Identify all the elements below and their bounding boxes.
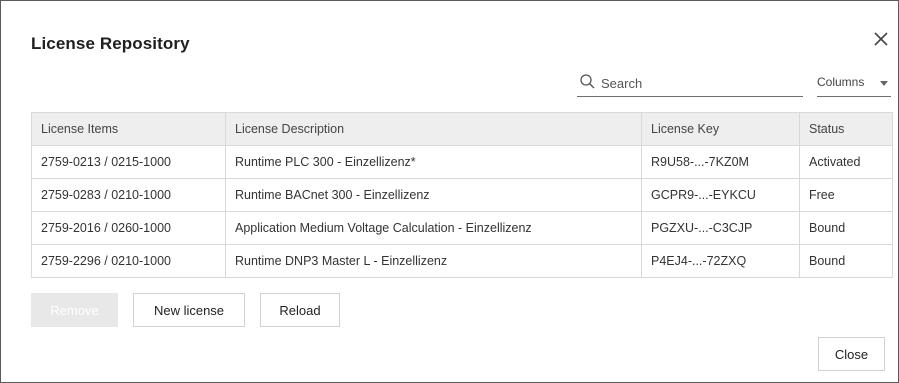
- cell-license-key: GCPR9-...-EYKCU: [641, 178, 800, 212]
- search-input[interactable]: [601, 71, 801, 95]
- cell-license-key: R9U58-...-7KZ0M: [641, 145, 800, 179]
- cell-license-item: 2759-2016 / 0260-1000: [31, 211, 226, 245]
- cell-status: Bound: [799, 211, 893, 245]
- search-box: [577, 71, 803, 97]
- column-header-status[interactable]: Status: [799, 112, 893, 146]
- remove-button[interactable]: Remove: [31, 293, 118, 327]
- columns-dropdown[interactable]: Columns: [817, 71, 891, 97]
- cell-license-item: 2759-0213 / 0215-1000: [31, 145, 226, 179]
- table-row[interactable]: 2759-2016 / 0260-1000 Application Medium…: [31, 211, 893, 245]
- cell-status: Activated: [799, 145, 893, 179]
- table-header-row: License Items License Description Licens…: [31, 112, 893, 146]
- dialog-title: License Repository: [31, 34, 190, 53]
- cell-license-item: 2759-0283 / 0210-1000: [31, 178, 226, 212]
- table-row[interactable]: 2759-0283 / 0210-1000 Runtime BACnet 300…: [31, 178, 893, 212]
- new-license-button[interactable]: New license: [133, 293, 245, 327]
- cell-license-description: Runtime PLC 300 - Einzellizenz*: [225, 145, 642, 179]
- license-repository-dialog: License Repository Columns License Items…: [0, 0, 899, 383]
- license-table: License Items License Description Licens…: [31, 112, 893, 278]
- close-icon[interactable]: [870, 28, 892, 50]
- cell-license-key: P4EJ4-...-72ZXQ: [641, 244, 800, 278]
- cell-license-description: Application Medium Voltage Calculation -…: [225, 211, 642, 245]
- table-row[interactable]: 2759-2296 / 0210-1000 Runtime DNP3 Maste…: [31, 244, 893, 278]
- reload-button[interactable]: Reload: [260, 293, 340, 327]
- column-header-license-items[interactable]: License Items: [31, 112, 226, 146]
- search-icon: [580, 74, 595, 89]
- cell-status: Free: [799, 178, 893, 212]
- cell-license-description: Runtime DNP3 Master L - Einzellizenz: [225, 244, 642, 278]
- cell-license-item: 2759-2296 / 0210-1000: [31, 244, 226, 278]
- columns-label: Columns: [817, 75, 865, 89]
- column-header-license-key[interactable]: License Key: [641, 112, 800, 146]
- cell-license-description: Runtime BACnet 300 - Einzellizenz: [225, 178, 642, 212]
- cell-license-key: PGZXU-...-C3CJP: [641, 211, 800, 245]
- chevron-down-icon: [880, 81, 888, 86]
- cell-status: Bound: [799, 244, 893, 278]
- column-header-license-description[interactable]: License Description: [225, 112, 642, 146]
- table-row[interactable]: 2759-0213 / 0215-1000 Runtime PLC 300 - …: [31, 145, 893, 179]
- close-button[interactable]: Close: [818, 337, 885, 371]
